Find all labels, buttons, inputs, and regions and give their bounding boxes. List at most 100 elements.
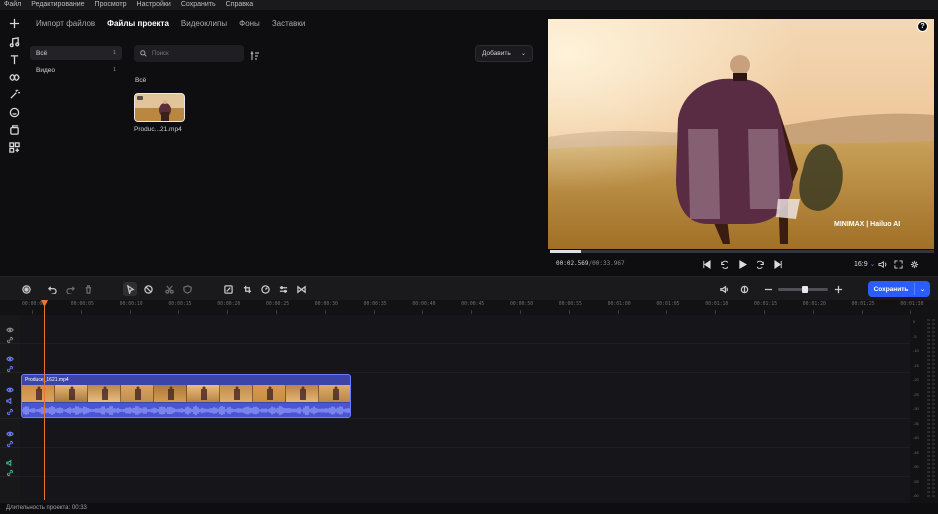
link-icon[interactable] <box>6 331 14 344</box>
track-row-empty[interactable] <box>20 477 910 503</box>
ruler-tick-label: 00:01:25 <box>851 302 875 307</box>
add-button[interactable]: Добавить ⌄ <box>475 45 533 62</box>
overlay-icon[interactable] <box>7 122 21 136</box>
eye-icon[interactable] <box>6 350 14 362</box>
category-all[interactable]: Всё 1 <box>30 46 122 60</box>
sticker-icon[interactable] <box>7 105 21 119</box>
clip-frame <box>286 385 319 402</box>
category-label: Видео <box>36 66 55 74</box>
shield-icon[interactable] <box>181 283 193 295</box>
link-icon[interactable] <box>6 435 14 448</box>
snap-icon[interactable] <box>738 283 750 295</box>
track-header-audio <box>0 448 20 477</box>
clip-frame <box>220 385 253 402</box>
text-icon[interactable] <box>7 52 21 66</box>
edit-icon[interactable] <box>222 283 234 295</box>
help-icon[interactable]: ? <box>917 21 928 32</box>
track-header-1 <box>0 315 20 344</box>
video-frame[interactable] <box>548 19 934 249</box>
menu-file[interactable]: Файл <box>4 0 21 10</box>
select-tool-icon[interactable] <box>123 282 137 296</box>
zoom-slider-knob[interactable] <box>802 286 809 293</box>
zoom-out-icon[interactable] <box>762 283 774 295</box>
chevron-down-icon: ⌄ <box>520 51 526 57</box>
ruler-tick-mark <box>520 310 521 314</box>
ruler-tick-label: 00:01:05 <box>656 302 680 307</box>
save-button[interactable]: Сохранить ⌄ <box>868 281 930 297</box>
sort-icon[interactable] <box>250 48 260 60</box>
crop-icon[interactable] <box>241 283 253 295</box>
media-thumbnail[interactable] <box>134 93 185 122</box>
delete-icon[interactable] <box>82 283 94 295</box>
playhead[interactable] <box>41 300 48 500</box>
track-row-audio[interactable] <box>20 448 910 477</box>
undo-icon[interactable] <box>46 283 58 295</box>
link-icon[interactable] <box>6 464 14 477</box>
apps-icon[interactable] <box>7 140 21 154</box>
ruler-tick-label: 00:00:15 <box>168 302 192 307</box>
record-icon[interactable] <box>20 283 32 295</box>
tab-project-files[interactable]: Файлы проекта <box>107 18 169 30</box>
ruler-tick-mark <box>422 310 424 314</box>
audio-detach-icon[interactable] <box>718 283 730 295</box>
tab-video-clips[interactable]: Видеоклипы <box>181 18 227 30</box>
chevron-down-icon[interactable]: ⌄ <box>915 286 930 293</box>
disable-icon[interactable] <box>142 283 154 295</box>
menu-view[interactable]: Просмотр <box>95 0 127 10</box>
meter-scale-label: -40 <box>913 435 919 440</box>
track-row-overlay-2[interactable] <box>20 419 910 448</box>
transition-icon[interactable] <box>7 70 21 84</box>
eye-icon[interactable] <box>6 321 14 333</box>
timeline-ruler[interactable]: 00:00:00 00:00:05 00:00:10 00:00:15 00:00:20… <box>0 300 938 315</box>
eye-icon[interactable] <box>6 381 14 393</box>
menu-help[interactable]: Справка <box>226 0 253 10</box>
effects-icon[interactable] <box>7 87 21 101</box>
clip-frame <box>22 385 55 402</box>
step-forward-icon[interactable] <box>755 258 767 270</box>
zoom-slider[interactable] <box>778 286 828 293</box>
fullscreen-icon[interactable] <box>892 258 904 270</box>
plus-icon[interactable] <box>7 16 21 30</box>
track-row-overlay[interactable] <box>20 344 910 373</box>
time-total: /00:33.967 <box>588 260 625 267</box>
transition-icon[interactable] <box>295 283 307 295</box>
thumbnail-image <box>135 94 184 121</box>
link-icon[interactable] <box>6 403 14 416</box>
link-icon[interactable] <box>6 360 14 373</box>
menu-edit[interactable]: Редактирование <box>31 0 84 10</box>
ruler-tick-mark <box>812 310 814 314</box>
aspect-ratio-select[interactable]: 16:9 ⌄ <box>854 260 875 268</box>
eye-icon[interactable] <box>6 425 14 437</box>
category-video[interactable]: Видео 1 <box>30 63 122 77</box>
track-row-text[interactable] <box>20 315 910 344</box>
tab-backgrounds[interactable]: Фоны <box>239 18 260 30</box>
redo-icon[interactable] <box>64 283 76 295</box>
ruler-tick-label: 00:00:30 <box>314 302 338 307</box>
menu-save[interactable]: Сохранить <box>181 0 216 10</box>
skip-end-icon[interactable] <box>772 258 784 270</box>
speed-icon[interactable] <box>259 283 271 295</box>
preview-settings-icon[interactable] <box>908 258 920 270</box>
volume-icon[interactable] <box>6 392 14 405</box>
audio-meters: 0 -5 -10 -15 -20 -25 -30 -35 -40 -45 -50 -55 -60 <box>910 315 938 503</box>
menu-bar: Файл Редактирование Просмотр Настройки С… <box>0 0 938 10</box>
play-icon[interactable] <box>736 258 748 270</box>
category-label: Всё <box>36 49 48 57</box>
adjust-icon[interactable] <box>277 283 289 295</box>
split-icon[interactable] <box>163 283 175 295</box>
step-back-icon[interactable] <box>717 258 729 270</box>
menu-settings[interactable]: Настройки <box>137 0 171 10</box>
video-clip[interactable]: Produce_1621.mp4 <box>21 374 351 418</box>
volume-icon[interactable] <box>6 454 14 467</box>
video-image <box>548 19 934 249</box>
preview-progress[interactable] <box>550 250 934 253</box>
tab-import-files[interactable]: Импорт файлов <box>36 18 95 30</box>
music-icon[interactable] <box>7 35 21 49</box>
tab-intros[interactable]: Заставки <box>272 18 306 30</box>
clip-frame <box>319 385 350 402</box>
skip-start-icon[interactable] <box>700 258 712 270</box>
zoom-in-icon[interactable] <box>832 283 844 295</box>
volume-icon[interactable] <box>876 258 888 270</box>
search-input[interactable]: Поиск <box>134 45 244 62</box>
clip-frame <box>121 385 154 402</box>
